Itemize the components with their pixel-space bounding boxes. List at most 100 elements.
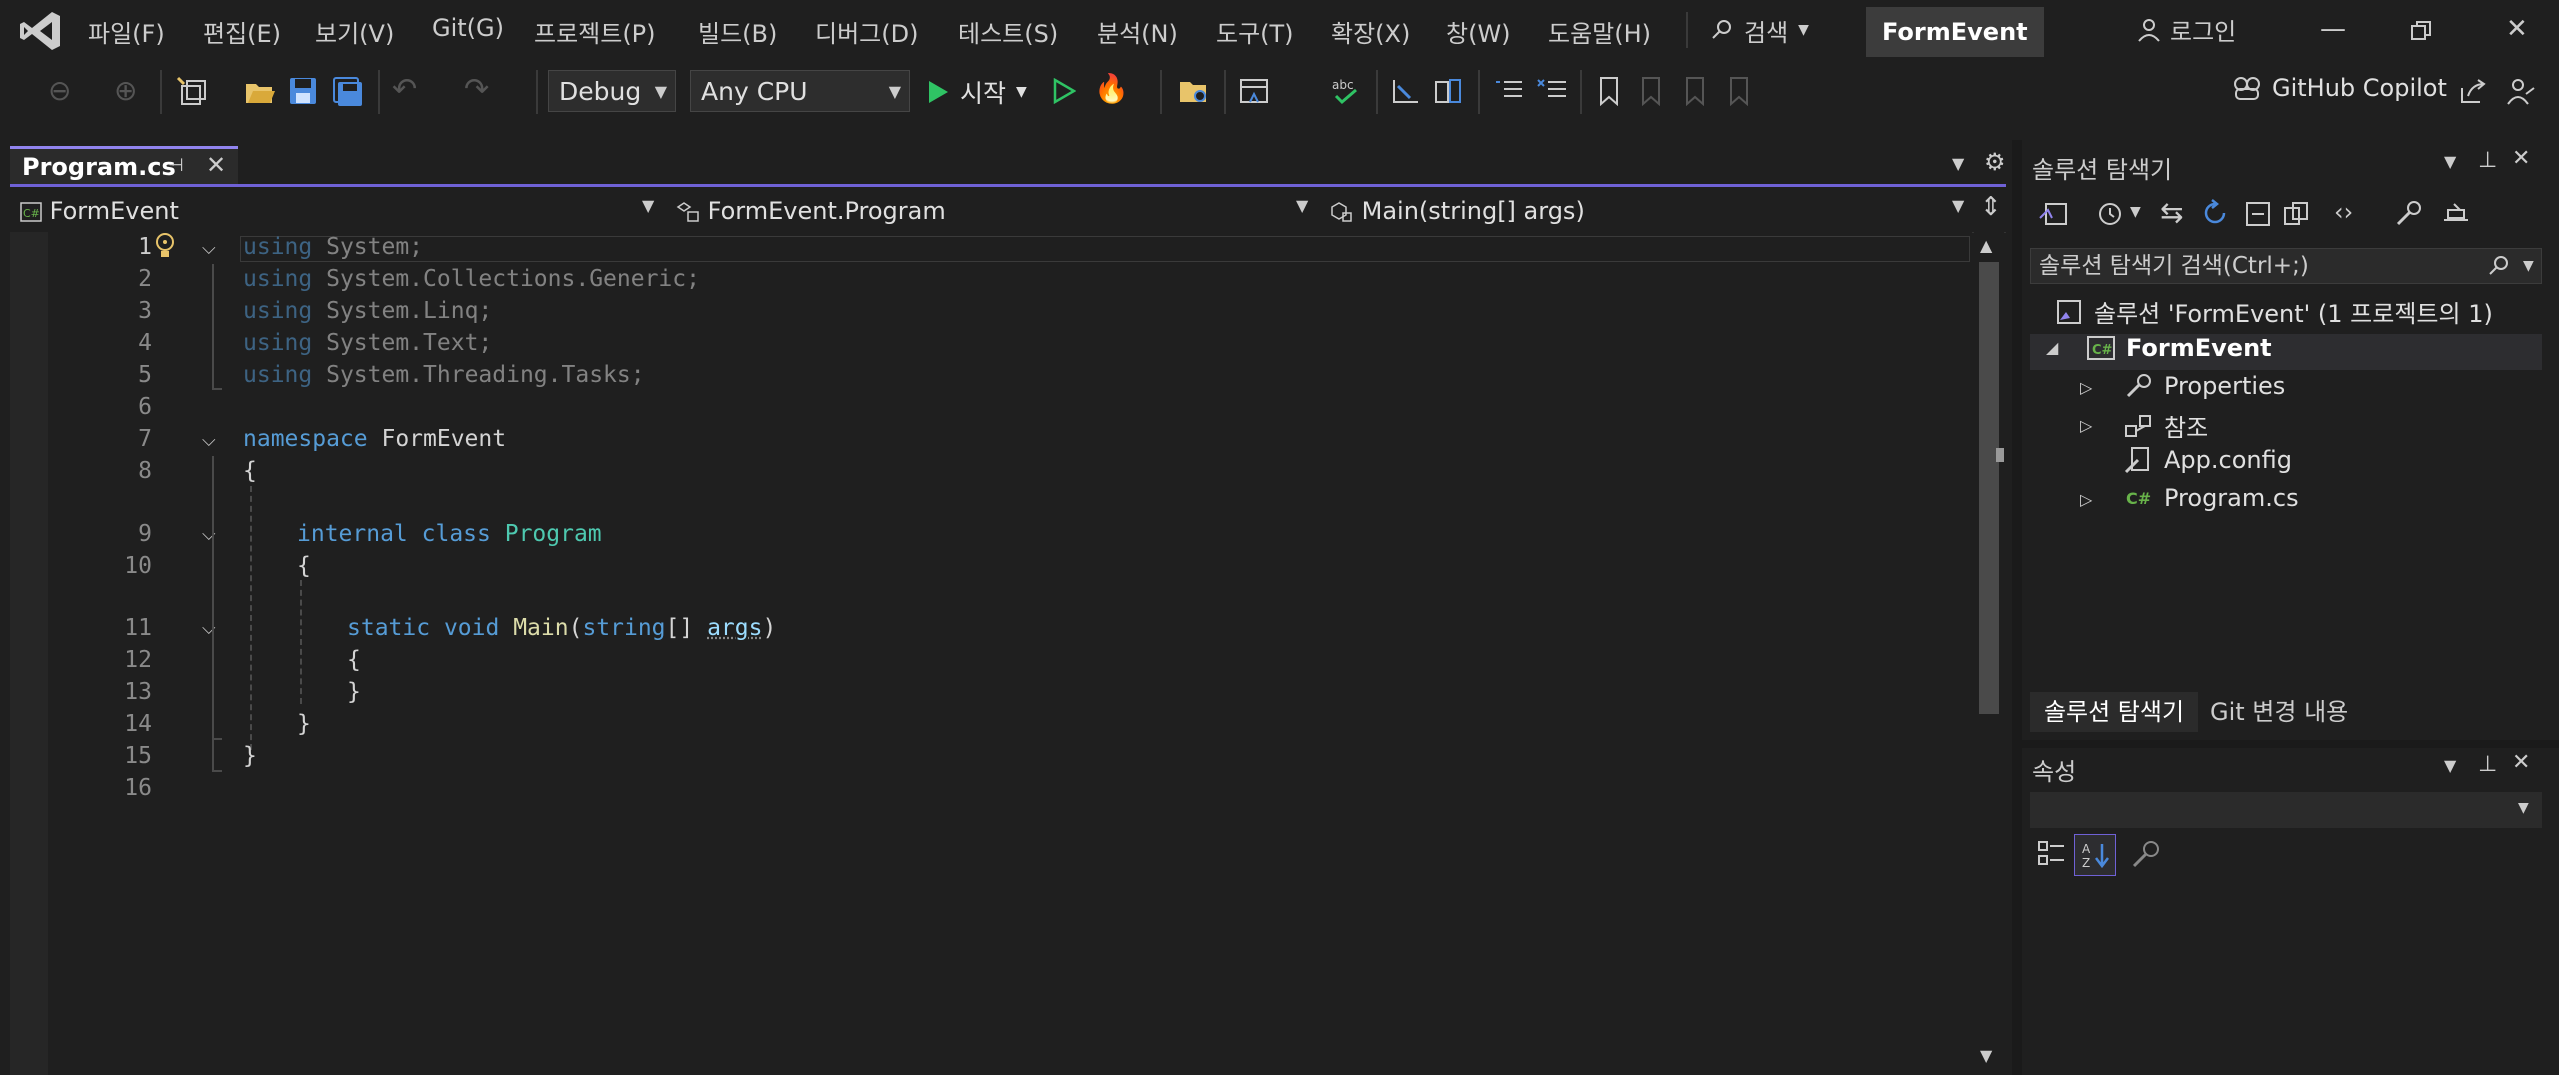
expand-triangle-icon[interactable]: ▷ bbox=[2080, 490, 2092, 509]
comment-lines-icon[interactable] bbox=[1494, 78, 1524, 106]
refresh-icon[interactable] bbox=[2200, 198, 2230, 228]
menu-analyze[interactable]: 분석(N) bbox=[1097, 14, 1178, 49]
solution-search-input[interactable]: 솔루션 탐색기 검색(Ctrl+;) ▼ bbox=[2030, 248, 2542, 284]
collapse-icon[interactable]: ⌵ bbox=[202, 238, 216, 259]
tab-list-dropdown-icon[interactable]: ▼ bbox=[1952, 154, 1964, 173]
configuration-select[interactable]: Debug ▼ bbox=[548, 70, 676, 112]
history-icon[interactable] bbox=[2096, 200, 2124, 228]
show-all-files-icon[interactable] bbox=[2282, 200, 2310, 228]
format-document-icon[interactable] bbox=[1390, 76, 1422, 108]
expand-triangle-icon[interactable]: ▷ bbox=[2080, 416, 2092, 435]
split-editor-icon[interactable]: ⇕ bbox=[1980, 192, 2002, 222]
save-icon[interactable] bbox=[288, 76, 318, 106]
type-nav-dropdown[interactable]: FormEvent.Program bbox=[676, 194, 1306, 228]
prev-bookmark-icon[interactable] bbox=[1640, 76, 1666, 106]
tree-item-references[interactable]: 참조 bbox=[2124, 408, 2208, 443]
scroll-up-icon[interactable]: ▲ bbox=[1980, 236, 1992, 255]
chevron-down-icon[interactable]: ▼ bbox=[2130, 204, 2141, 220]
menu-build[interactable]: 빌드(B) bbox=[698, 14, 777, 49]
open-folder-icon[interactable] bbox=[244, 76, 276, 108]
global-search-button[interactable]: 검색 ▼ bbox=[1710, 10, 1809, 50]
scrollbar-thumb[interactable] bbox=[1979, 262, 1999, 714]
menu-debug[interactable]: 디버그(D) bbox=[815, 14, 918, 49]
alphabetical-sort-button[interactable]: AZ bbox=[2074, 834, 2116, 876]
restore-icon[interactable] bbox=[2410, 20, 2432, 42]
panel-menu-icon[interactable]: ▼ bbox=[2444, 152, 2456, 171]
close-tab-icon[interactable]: ✕ bbox=[206, 151, 226, 179]
lightbulb-icon[interactable] bbox=[154, 232, 176, 260]
next-bookmark-icon[interactable] bbox=[1684, 76, 1710, 106]
file-compare-icon[interactable] bbox=[1432, 76, 1464, 108]
menu-test[interactable]: 테스트(S) bbox=[958, 14, 1058, 49]
collapse-icon[interactable]: ⌵ bbox=[202, 430, 216, 451]
back-icon[interactable]: ⊖ bbox=[48, 74, 71, 107]
tree-item-program-cs[interactable]: C# Program.cs bbox=[2124, 484, 2299, 512]
spell-check-icon[interactable]: abc bbox=[1330, 76, 1362, 108]
member-nav-dropdown[interactable]: Main(string[] args) bbox=[1330, 194, 1970, 228]
menu-project[interactable]: 프로젝트(P) bbox=[534, 14, 656, 49]
panel-splitter[interactable] bbox=[2012, 140, 2022, 1075]
tree-item-project[interactable]: C# FormEvent bbox=[2086, 334, 2272, 362]
menu-edit[interactable]: 편집(E) bbox=[203, 14, 281, 49]
gear-icon[interactable]: ⚙ bbox=[1984, 148, 2006, 176]
login-button[interactable]: 로그인 bbox=[2136, 12, 2236, 47]
caret-position-marker bbox=[1996, 448, 2004, 462]
tree-item-app-config[interactable]: App.config bbox=[2124, 446, 2292, 474]
minimize-icon[interactable]: — bbox=[2320, 14, 2346, 44]
panel-menu-icon[interactable]: ▼ bbox=[2444, 756, 2456, 775]
start-debug-button[interactable]: 시작 ▼ bbox=[926, 72, 1027, 112]
tree-item-properties[interactable]: Properties bbox=[2124, 372, 2285, 400]
properties-wrench-icon[interactable] bbox=[2394, 198, 2424, 228]
categorized-icon[interactable] bbox=[2036, 838, 2068, 870]
redo-icon[interactable]: ↷ bbox=[464, 72, 489, 107]
platform-select[interactable]: Any CPU ▼ bbox=[690, 70, 910, 112]
collapse-all-icon[interactable] bbox=[2244, 200, 2272, 228]
method-icon bbox=[1331, 202, 1352, 222]
feedback-icon[interactable] bbox=[2506, 76, 2536, 106]
forward-icon[interactable]: ⊕ bbox=[114, 74, 137, 107]
close-panel-icon[interactable]: ✕ bbox=[2512, 750, 2530, 775]
menu-view[interactable]: 보기(V) bbox=[315, 14, 394, 49]
new-project-icon[interactable] bbox=[176, 76, 210, 110]
expand-triangle-icon[interactable]: ◢ bbox=[2046, 338, 2058, 357]
browse-folder-icon[interactable] bbox=[1178, 76, 1210, 106]
clear-bookmarks-icon[interactable] bbox=[1728, 76, 1754, 106]
start-without-debug-icon[interactable] bbox=[1052, 78, 1076, 104]
pin-icon[interactable]: ⊣ bbox=[168, 155, 184, 176]
menu-extensions[interactable]: 확장(X) bbox=[1331, 14, 1410, 49]
tab-git-changes[interactable]: Git 변경 내용 bbox=[2210, 692, 2348, 732]
window-layout-icon[interactable] bbox=[1238, 76, 1270, 108]
undo-icon[interactable]: ↶ bbox=[392, 72, 417, 107]
view-code-icon[interactable]: ‹› bbox=[2334, 198, 2353, 226]
properties-object-select[interactable]: ▼ bbox=[2030, 792, 2542, 828]
toolbar-separator bbox=[1478, 70, 1480, 114]
sync-icon[interactable]: ⇆ bbox=[2160, 196, 2183, 229]
save-all-icon[interactable] bbox=[332, 76, 364, 108]
menu-help[interactable]: 도움말(H) bbox=[1548, 14, 1651, 49]
menu-git[interactable]: Git(G) bbox=[432, 14, 504, 42]
pin-icon[interactable]: ⊥ bbox=[2478, 148, 2497, 173]
uncomment-lines-icon[interactable] bbox=[1536, 78, 1568, 106]
pin-icon[interactable]: ⊥ bbox=[2478, 752, 2497, 777]
scroll-down-icon[interactable]: ▼ bbox=[1980, 1046, 1992, 1065]
project-nav-dropdown[interactable]: C# FormEvent bbox=[20, 194, 660, 228]
preview-selected-icon[interactable] bbox=[2440, 202, 2472, 226]
close-window-icon[interactable]: ✕ bbox=[2506, 14, 2528, 44]
property-pages-icon[interactable] bbox=[2130, 838, 2162, 870]
expand-triangle-icon[interactable]: ▷ bbox=[2080, 378, 2092, 397]
tree-item-solution[interactable]: 솔루션 'FormEvent' (1 프로젝트의 1) bbox=[2054, 294, 2493, 329]
home-switch-view-icon[interactable] bbox=[2038, 200, 2070, 228]
hot-reload-icon[interactable]: 🔥 bbox=[1094, 72, 1129, 105]
close-panel-icon[interactable]: ✕ bbox=[2512, 146, 2530, 171]
code-editor[interactable] bbox=[10, 232, 1972, 1075]
share-icon[interactable] bbox=[2458, 78, 2486, 106]
github-copilot-button[interactable]: GitHub Copilot bbox=[2232, 74, 2447, 102]
tab-program-cs[interactable]: Program.cs ⊣ ✕ bbox=[10, 146, 238, 186]
panel-splitter[interactable] bbox=[2022, 740, 2559, 748]
menu-window[interactable]: 창(W) bbox=[1446, 14, 1511, 49]
bookmark-icon[interactable] bbox=[1598, 76, 1620, 106]
menu-tools[interactable]: 도구(T) bbox=[1216, 14, 1294, 49]
visual-studio-logo-icon[interactable] bbox=[18, 8, 64, 54]
tab-solution-explorer[interactable]: 솔루션 탐색기 bbox=[2030, 692, 2198, 732]
menu-file[interactable]: 파일(F) bbox=[88, 14, 165, 49]
